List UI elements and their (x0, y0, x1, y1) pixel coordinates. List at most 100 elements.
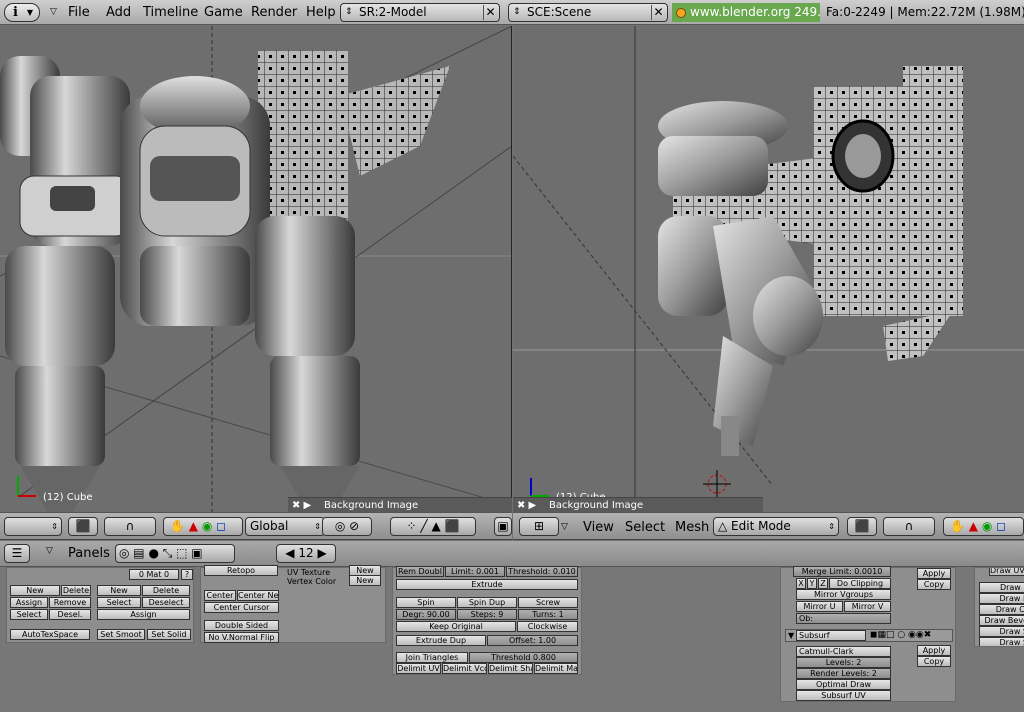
menu-add[interactable]: Add (106, 5, 131, 20)
manipulator-buttons[interactable]: ✋ ▲ ◉ ◻ (943, 517, 1024, 536)
scale-icon[interactable]: ◻ (216, 519, 226, 533)
subsurf-copy-button[interactable]: Copy (917, 656, 951, 667)
menu-render[interactable]: Render (251, 5, 297, 20)
context-buttons[interactable]: ◎ ▤ ● ⤡ ⬚ ▣ (115, 544, 235, 563)
info-window-button[interactable]: i ▼ (4, 3, 40, 22)
extrude-dup-button[interactable]: Extrude Dup (396, 635, 486, 646)
scene-browse-icon[interactable]: ⇕ (513, 4, 521, 21)
limit-field[interactable]: Limit: 0.001 (445, 566, 505, 577)
keep-original-toggle[interactable]: Keep Original (396, 621, 516, 632)
steps-field[interactable]: Steps: 9 (457, 609, 517, 620)
draw-bevel-toggle[interactable]: Draw Beve (979, 615, 1024, 626)
group-select-button[interactable]: Select (97, 597, 141, 608)
delimit-vco-toggle[interactable]: Delimit Vco (442, 663, 487, 674)
subdivision-type-dropdown[interactable]: Catmull-Clark (796, 646, 891, 657)
mat-delete-button[interactable]: Delete (61, 585, 91, 596)
scale-icon[interactable]: ◻ (996, 519, 1006, 533)
subsurf-name-field[interactable]: Subsurf (796, 630, 866, 641)
menu-timeline[interactable]: Timeline (143, 5, 198, 20)
menu-collapse-icon[interactable]: ▽ (561, 522, 568, 532)
window-type-button[interactable]: ☰ (4, 544, 30, 563)
mirror-copy-button[interactable]: Copy (917, 579, 951, 590)
optimal-draw-toggle[interactable]: Optimal Draw (796, 679, 891, 690)
screw-button[interactable]: Screw (518, 597, 578, 608)
close-icon[interactable]: ✕ (651, 5, 665, 20)
vcol-new-button[interactable]: New (349, 575, 381, 586)
mat-assign-button[interactable]: Assign (10, 597, 48, 608)
chevron-left-icon[interactable]: ◀ (285, 546, 294, 560)
hand-icon[interactable]: ✋ (950, 519, 965, 533)
rotate-icon[interactable]: ◉ (202, 519, 212, 533)
context-icons[interactable]: ◎ ▤ ● ⤡ ⬚ ▣ (119, 546, 203, 560)
draw-edges-toggle[interactable]: Draw E (979, 593, 1024, 604)
spin-dup-button[interactable]: Spin Dup (457, 597, 517, 608)
screen-selector[interactable]: ⇕ SR:2-Model ✕ (340, 3, 500, 22)
viewport-front[interactable]: (12) Cube (0, 26, 512, 512)
scene-selector[interactable]: ⇕ SCE:Scene ✕ (508, 3, 668, 22)
delimit-sha-toggle[interactable]: Delimit Sha (488, 663, 533, 674)
group-deselect-button[interactable]: Deselect (142, 597, 190, 608)
subsurf-uv-toggle[interactable]: Subsurf UV (796, 690, 891, 701)
close-icon[interactable]: ✕ (483, 5, 497, 20)
clockwise-toggle[interactable]: Clockwise (517, 621, 578, 632)
menu-collapse-icon[interactable]: ▽ (50, 7, 57, 17)
center-button[interactable]: Center (204, 590, 236, 601)
axis-x-toggle[interactable]: X (796, 578, 806, 589)
turns-field[interactable]: Turns: 1 (518, 609, 578, 620)
mat-deselect-button[interactable]: Desel. (49, 609, 91, 620)
join-threshold-field[interactable]: Threshold 0.800 (469, 652, 578, 663)
snap-buttons[interactable]: ◎ ⊘ (322, 517, 372, 536)
translate-icon[interactable]: ▲ (189, 519, 198, 533)
mirror-vgroups-toggle[interactable]: Mirror Vgroups (796, 589, 891, 600)
mat-select-button[interactable]: Select (10, 609, 48, 620)
orientation-dropdown[interactable]: Global ⇕ (245, 517, 325, 536)
merge-limit-field[interactable]: Merge Limit: 0.0010 (793, 566, 891, 577)
hand-icon[interactable]: ✋ (170, 519, 185, 533)
mirror-apply-button[interactable]: Apply (917, 568, 951, 579)
draw-uv-toggle[interactable]: Draw UV (989, 568, 1024, 576)
material-help-button[interactable]: ? (181, 569, 193, 580)
axis-y-toggle[interactable]: Y (807, 578, 817, 589)
mode-dropdown[interactable]: △ Edit Mode ⇕ (713, 517, 839, 536)
retopo-button[interactable]: Retopo (204, 565, 278, 576)
draw-type-button[interactable]: ⬛ (847, 517, 877, 536)
autotexspace-button[interactable]: AutoTexSpace (10, 629, 90, 640)
modifier-toggle-icons[interactable]: ◼▦□ ○ ◉◉✖ (870, 630, 931, 640)
axis-z-toggle[interactable]: Z (818, 578, 828, 589)
double-sided-button[interactable]: Double Sided (204, 620, 279, 631)
join-triangles-button[interactable]: Join Triangles (396, 652, 468, 663)
background-image-panel-right[interactable]: ✖ ▶ Background Image (513, 497, 763, 512)
levels-field[interactable]: Levels: 2 (796, 657, 891, 668)
draw-creases-toggle[interactable]: Draw Cr (979, 604, 1024, 615)
screen-browse-icon[interactable]: ⇕ (345, 4, 353, 21)
set-smooth-button[interactable]: Set Smoot (97, 629, 145, 640)
draw-sharp-toggle[interactable]: Draw S (979, 637, 1024, 646)
mirror-u-toggle[interactable]: Mirror U (796, 601, 843, 612)
pivot-button[interactable]: ∩ (104, 517, 156, 536)
group-assign-button[interactable]: Assign (97, 609, 190, 620)
pivot-button[interactable]: ∩ (883, 517, 935, 536)
mode-dropdown[interactable]: ⇕ (4, 517, 62, 536)
menu-collapse-icon[interactable]: ▽ (46, 546, 53, 556)
frame-field[interactable]: ◀ 12 ▶ (276, 544, 336, 563)
select-mode-buttons[interactable]: ⁘ ╱ ▲ ⬛ (390, 517, 476, 536)
chevron-right-icon[interactable]: ▶ (317, 546, 326, 560)
rotate-icon[interactable]: ◉ (982, 519, 992, 533)
menu-help[interactable]: Help (306, 5, 336, 20)
menu-mesh[interactable]: Mesh (675, 520, 709, 535)
group-delete-button[interactable]: Delete (142, 585, 190, 596)
draw-faces-toggle[interactable]: Draw F (979, 582, 1024, 593)
background-image-panel-left[interactable]: ✖ ▶ Background Image (288, 497, 512, 512)
do-clipping-toggle[interactable]: Do Clipping (829, 578, 891, 589)
menu-view[interactable]: View (583, 520, 614, 535)
offset-field[interactable]: Offset: 1.00 (487, 635, 578, 646)
degr-field[interactable]: Degr: 90.00 (396, 609, 456, 620)
translate-icon[interactable]: ▲ (969, 519, 978, 533)
no-vnormal-flip-button[interactable]: No V.Normal Flip (204, 632, 279, 643)
spin-button[interactable]: Spin (396, 597, 456, 608)
delimit-uv-toggle[interactable]: Delimit UV (396, 663, 441, 674)
screen-name[interactable]: SR:2-Model (359, 5, 427, 19)
blender-url-badge[interactable]: www.blender.org 249.2 (672, 3, 820, 22)
scene-name[interactable]: SCE:Scene (527, 5, 591, 19)
extrude-button[interactable]: Extrude (396, 579, 578, 590)
